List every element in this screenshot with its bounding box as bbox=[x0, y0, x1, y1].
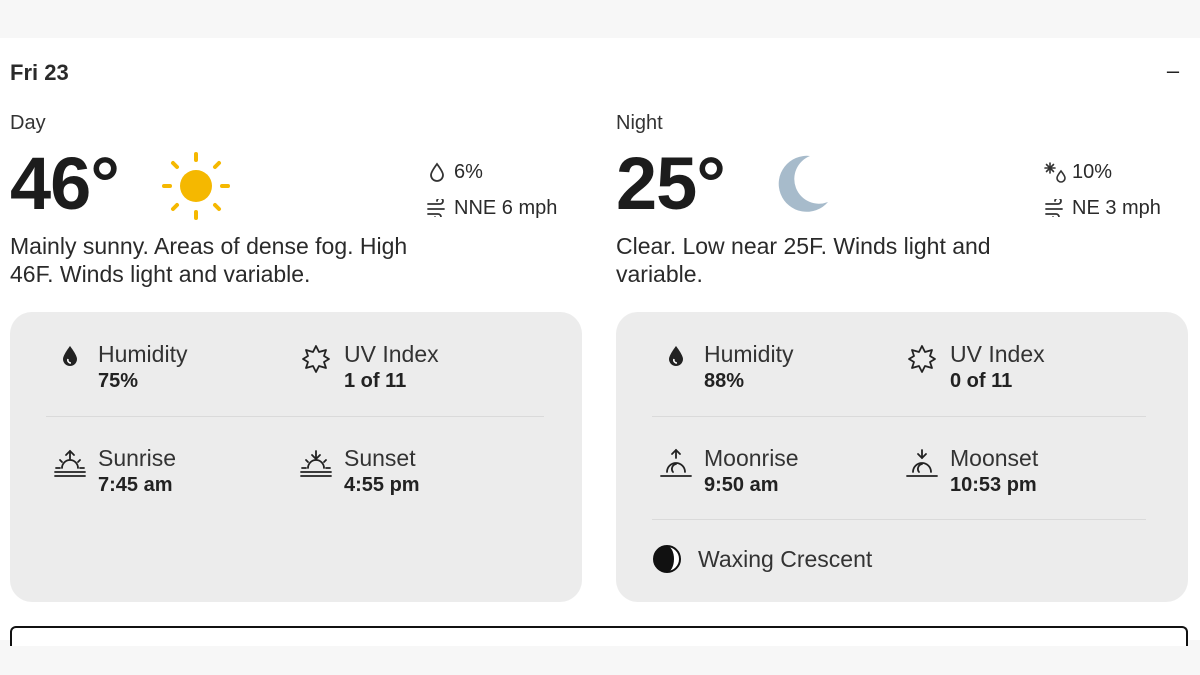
moon-phase: Waxing Crescent bbox=[652, 544, 872, 574]
day-precip: 6% bbox=[420, 154, 590, 190]
humidity-value: 88% bbox=[704, 370, 745, 392]
day-humidity: Humidity 75% bbox=[50, 340, 187, 394]
day-sunset: Sunset 4:55 pm bbox=[296, 444, 420, 498]
moonrise-icon bbox=[656, 444, 696, 484]
sun-icon bbox=[162, 152, 230, 220]
moonset-icon bbox=[902, 444, 942, 484]
wind-icon bbox=[1038, 199, 1072, 217]
night-temperature: 25° bbox=[616, 142, 726, 225]
night-moonrise: Moonrise 9:50 am bbox=[656, 444, 799, 498]
collapse-button[interactable]: – bbox=[1162, 58, 1184, 84]
forecast-date: Fri 23 bbox=[10, 60, 69, 85]
moonrise-label: Moonrise bbox=[704, 445, 799, 471]
uv-icon bbox=[296, 340, 336, 380]
day-wind: NNE 6 mph bbox=[420, 190, 590, 226]
day-sunrise: Sunrise 7:45 am bbox=[50, 444, 176, 498]
sunrise-icon bbox=[50, 444, 90, 484]
panel-divider bbox=[652, 416, 1146, 417]
moonset-value: 10:53 pm bbox=[950, 474, 1037, 496]
uv-label: UV Index bbox=[950, 341, 1045, 367]
humidity-value: 75% bbox=[98, 370, 139, 392]
sunset-value: 4:55 pm bbox=[344, 474, 420, 496]
raindrop-icon bbox=[420, 162, 454, 182]
night-precip: 10% bbox=[1038, 154, 1188, 190]
humidity-icon bbox=[656, 340, 696, 380]
night-moonset: Moonset 10:53 pm bbox=[902, 444, 1038, 498]
moonrise-value: 9:50 am bbox=[704, 474, 779, 496]
next-day-card[interactable] bbox=[10, 626, 1188, 646]
night-details-panel: Humidity 88% UV Index 0 of 11 Moonrise 9… bbox=[616, 312, 1188, 602]
day-section: Day 46° 6% NNE 6 mph Mainly sunny. Areas… bbox=[10, 110, 590, 610]
day-narrative-line1: Mainly sunny. Areas of dense fog. High bbox=[10, 233, 408, 259]
night-wind-value: NE 3 mph bbox=[1072, 196, 1161, 219]
humidity-label: Humidity bbox=[704, 341, 794, 367]
day-temperature: 46° bbox=[10, 142, 120, 225]
day-mini-stats: 6% NNE 6 mph bbox=[420, 154, 590, 226]
moon-icon bbox=[778, 155, 828, 212]
night-humidity: Humidity 88% bbox=[656, 340, 793, 394]
panel-divider bbox=[46, 416, 544, 417]
humidity-icon bbox=[50, 340, 90, 380]
night-section: Night 25° 10% NE 3 mph Clear. Low near 2… bbox=[616, 110, 1188, 610]
night-mini-stats: 10% NE 3 mph bbox=[1038, 154, 1188, 226]
sunrise-label: Sunrise bbox=[98, 445, 176, 471]
humidity-label: Humidity bbox=[98, 341, 188, 367]
sunset-icon bbox=[296, 444, 336, 484]
night-narrative-line1: Clear. Low near 25F. Winds light and bbox=[616, 233, 991, 259]
night-narrative-line2: variable. bbox=[616, 261, 703, 287]
day-narrative: Mainly sunny. Areas of dense fog. High 4… bbox=[10, 232, 530, 288]
day-precip-value: 6% bbox=[454, 160, 483, 183]
day-narrative-line2: 46F. Winds light and variable. bbox=[10, 261, 311, 287]
wind-icon bbox=[420, 199, 454, 217]
night-uv-index: UV Index 0 of 11 bbox=[902, 340, 1045, 394]
uv-value: 1 of 11 bbox=[344, 370, 407, 392]
day-wind-value: NNE 6 mph bbox=[454, 196, 558, 219]
snowflake-drop-icon bbox=[1038, 161, 1072, 183]
top-band bbox=[0, 0, 1200, 38]
night-narrative: Clear. Low near 25F. Winds light and var… bbox=[616, 232, 1136, 288]
uv-icon bbox=[902, 340, 942, 380]
day-details-panel: Humidity 75% UV Index 1 of 11 Sunrise 7:… bbox=[10, 312, 582, 602]
uv-label: UV Index bbox=[344, 341, 439, 367]
moonset-label: Moonset bbox=[950, 445, 1039, 471]
night-precip-value: 10% bbox=[1072, 160, 1113, 183]
moon-phase-icon bbox=[653, 545, 681, 573]
panel-divider bbox=[652, 519, 1146, 520]
uv-value: 0 of 11 bbox=[950, 370, 1013, 392]
moon-phase-label: Waxing Crescent bbox=[698, 545, 873, 572]
sunset-label: Sunset bbox=[344, 445, 416, 471]
day-label: Day bbox=[10, 112, 46, 134]
night-wind: NE 3 mph bbox=[1038, 190, 1188, 226]
day-uv-index: UV Index 1 of 11 bbox=[296, 340, 439, 394]
night-label: Night bbox=[616, 112, 663, 134]
sunrise-value: 7:45 am bbox=[98, 474, 173, 496]
